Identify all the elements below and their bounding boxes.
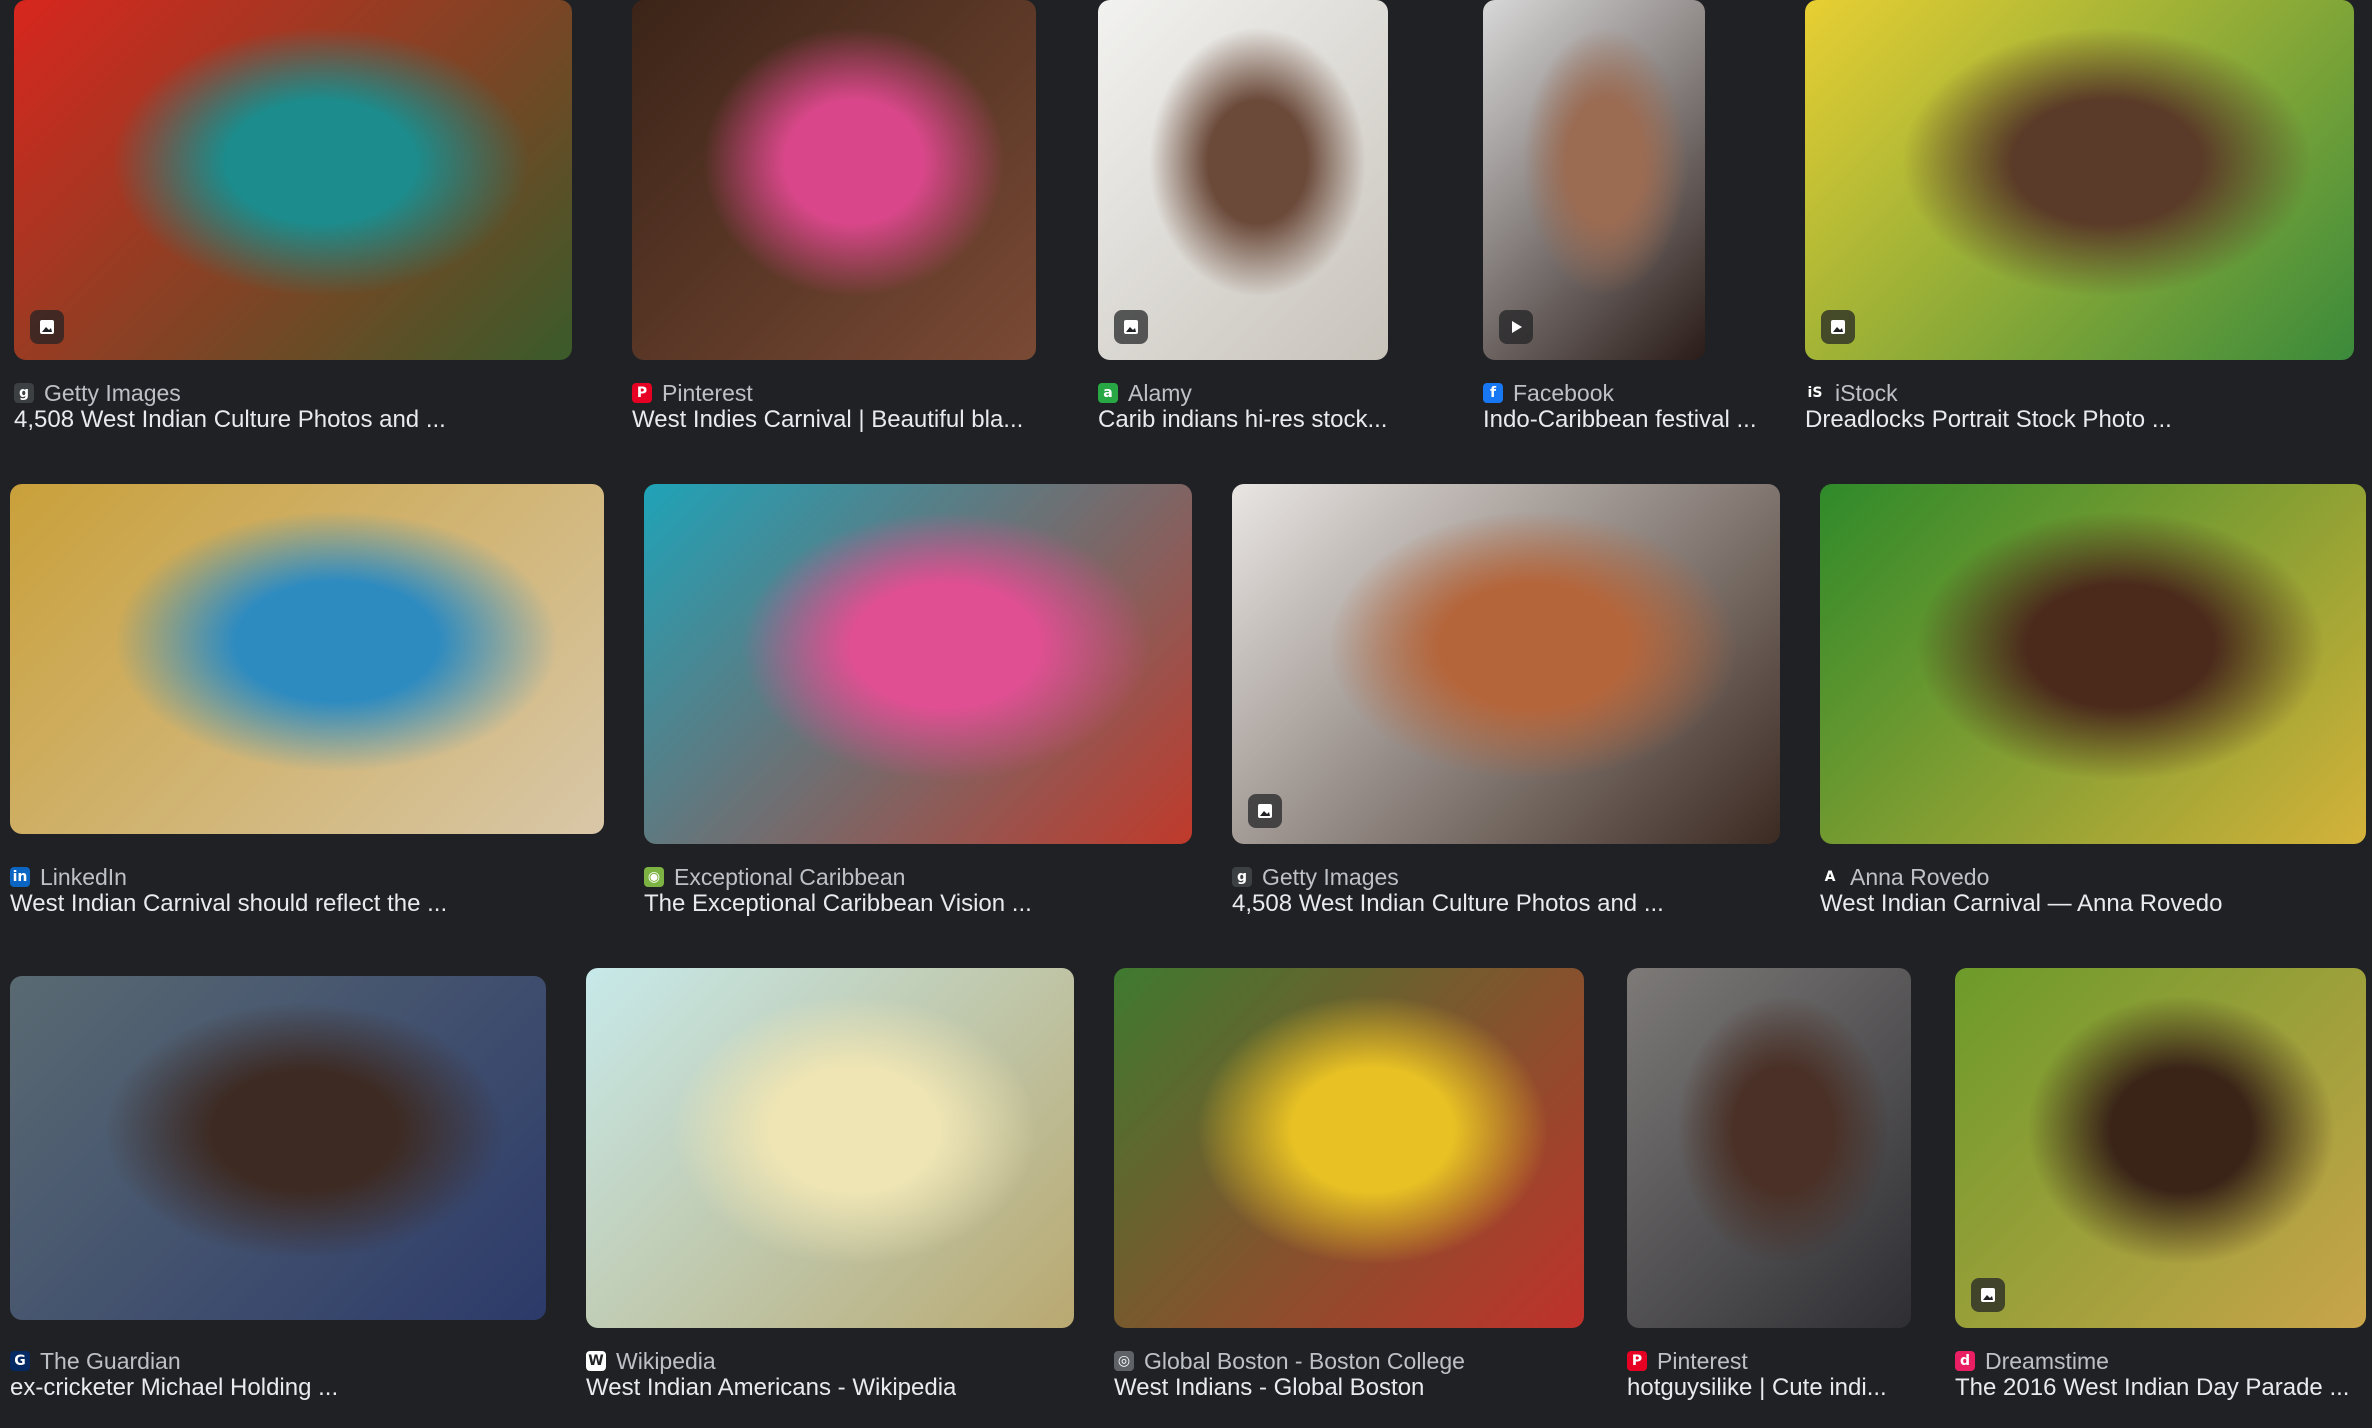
result-card[interactable]: d Dreamstime The 2016 West Indian Day Para… (1955, 0, 2366, 1428)
result-title-link[interactable]: West Indians - Global Boston (1114, 1372, 1424, 1404)
wikipedia-icon: W (586, 1351, 606, 1371)
result-thumbnail[interactable] (586, 968, 1074, 1328)
result-card[interactable]: P Pinterest hotguysilike | Cute indi... (1627, 0, 1911, 1428)
image-icon (1971, 1278, 2005, 1312)
result-thumbnail[interactable] (10, 976, 546, 1320)
result-title-link[interactable]: hotguysilike | Cute indi... (1627, 1372, 1887, 1404)
result-thumbnail[interactable] (1114, 968, 1584, 1328)
source-name: Pinterest (1657, 1347, 1748, 1374)
result-card[interactable]: ◎ Global Boston - Boston College West Indi… (1114, 0, 1584, 1428)
result-thumbnail[interactable] (1955, 968, 2366, 1328)
result-thumbnail[interactable] (1627, 968, 1911, 1328)
source-name: Global Boston - Boston College (1144, 1347, 1465, 1374)
dreamstime-icon: d (1955, 1351, 1975, 1371)
source-name: Wikipedia (616, 1347, 716, 1374)
result-title-link[interactable]: ex-cricketer Michael Holding ... (10, 1372, 338, 1404)
guardian-icon: G (10, 1351, 30, 1371)
global-boston-icon: ◎ (1114, 1351, 1134, 1371)
result-title-link[interactable]: West Indian Americans - Wikipedia (586, 1372, 956, 1404)
source-name: Dreamstime (1985, 1347, 2109, 1374)
source-name: The Guardian (40, 1347, 181, 1374)
result-card[interactable]: W Wikipedia West Indian Americans - Wikipe… (586, 0, 1074, 1428)
pinterest-icon: P (1627, 1351, 1647, 1371)
result-card[interactable]: G The Guardian ex-cricketer Michael Holdin… (10, 0, 546, 1428)
result-title-link[interactable]: The 2016 West Indian Day Parade ... (1955, 1372, 2349, 1404)
